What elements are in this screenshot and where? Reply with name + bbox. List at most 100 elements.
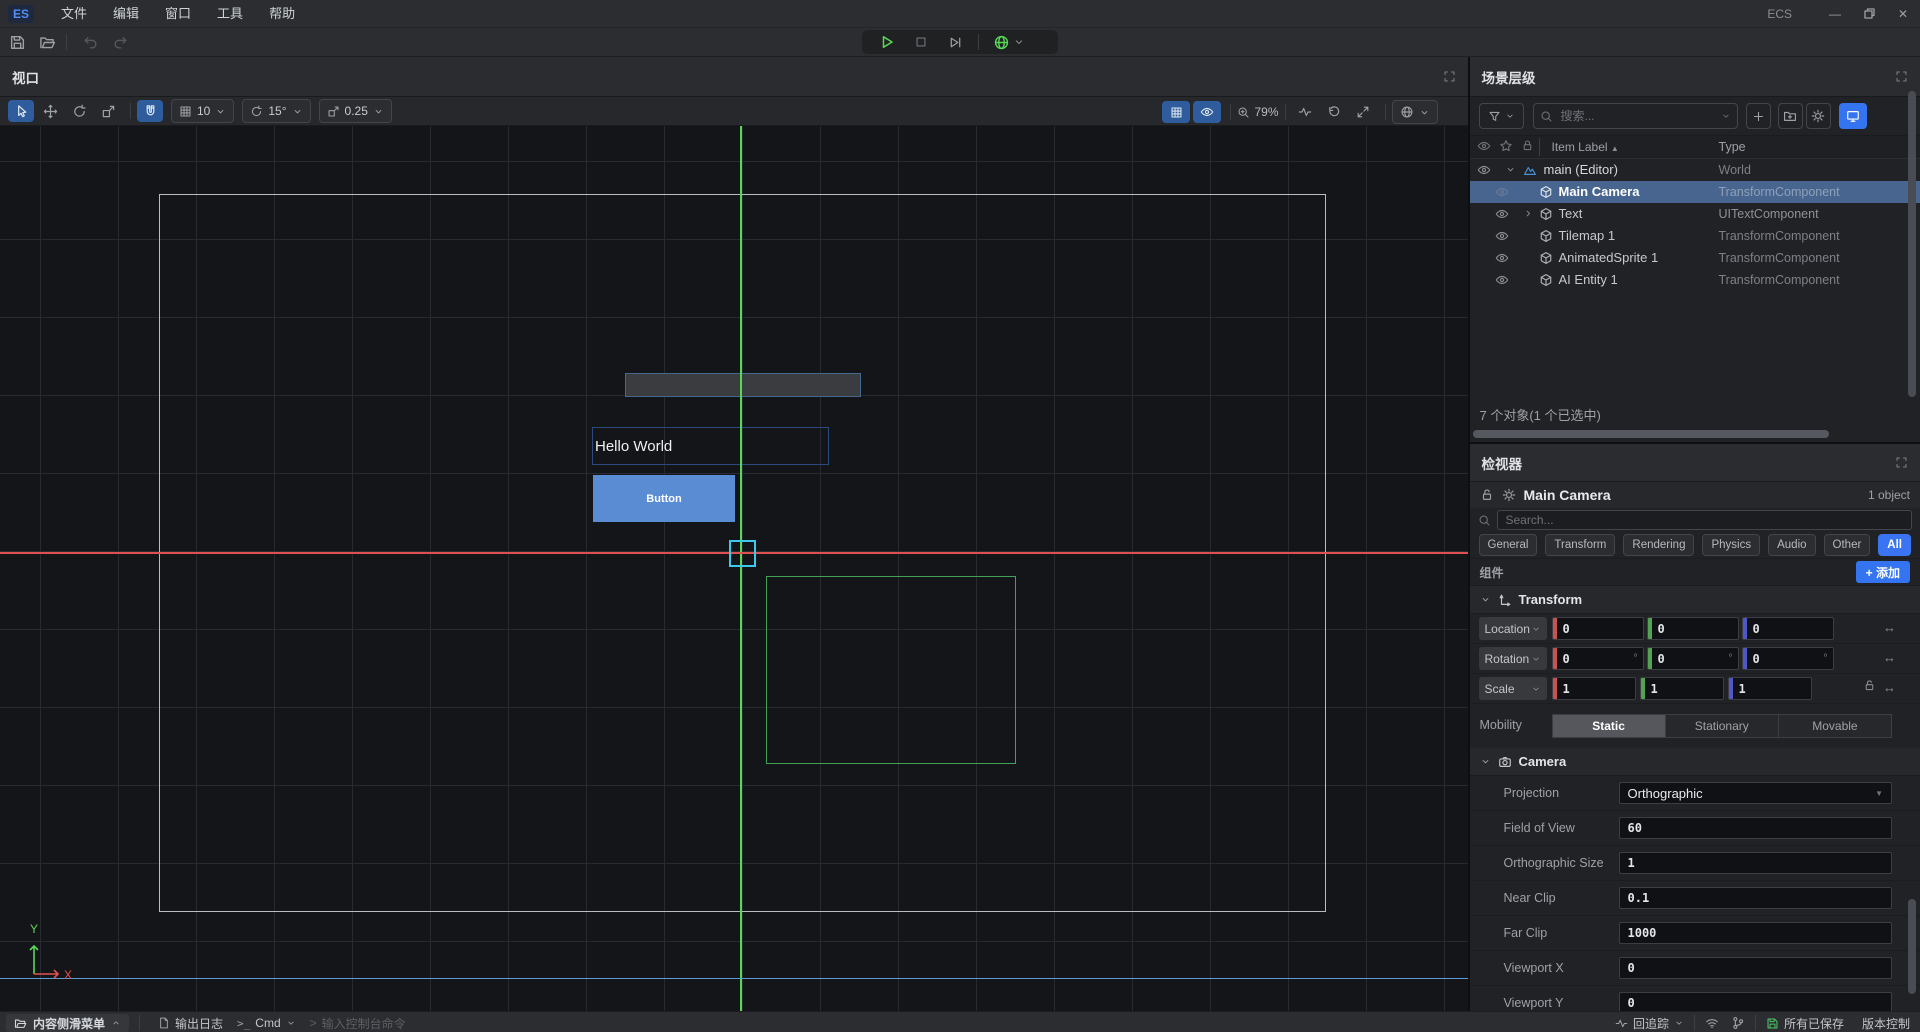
hierarchy-row-text[interactable]: Text UITextComponent <box>1470 203 1920 225</box>
mobility-movable[interactable]: Movable <box>1779 714 1892 738</box>
app-logo[interactable]: ES <box>8 5 34 23</box>
hierarchy-expand-icon[interactable] <box>1895 70 1908 83</box>
hierarchy-settings-button[interactable] <box>1806 103 1831 129</box>
menu-file[interactable]: 文件 <box>48 1 100 27</box>
hierarchy-row-world[interactable]: main (Editor) World <box>1470 159 1920 181</box>
transform-section-header[interactable]: Transform <box>1470 586 1920 614</box>
type-column[interactable]: Type <box>1719 136 1746 158</box>
add-folder-button[interactable] <box>1778 103 1803 129</box>
inspector-vertical-scrollbar[interactable] <box>1908 899 1916 994</box>
hierarchy-row-animatedsprite[interactable]: AnimatedSprite 1 TransformComponent <box>1470 247 1920 269</box>
saved-status[interactable]: 所有已保存 <box>1766 1015 1844 1032</box>
scale-z-field[interactable]: 1 <box>1728 677 1812 700</box>
add-entity-button[interactable] <box>1746 103 1771 129</box>
link-axes-icon[interactable]: ↔ <box>1883 680 1896 695</box>
scale-snap-dropdown[interactable]: 0.25 <box>319 99 392 123</box>
menu-help[interactable]: 帮助 <box>256 1 308 27</box>
hierarchy-row-ai-entity[interactable]: AI Entity 1 TransformComponent <box>1470 269 1920 291</box>
zoom-level[interactable]: 79% <box>1237 105 1278 119</box>
grid-snap-dropdown[interactable]: 10 <box>171 99 234 123</box>
select-tool-button[interactable] <box>8 100 34 122</box>
content-drawer-button[interactable]: 内容侧滑菜单 <box>6 1014 129 1032</box>
button-entity[interactable]: Button <box>593 475 735 522</box>
inspector-search-input[interactable] <box>1504 512 1906 528</box>
grid-toggle-button[interactable] <box>1162 101 1190 123</box>
tab-all[interactable]: All <box>1878 534 1911 556</box>
link-axes-icon[interactable]: ↔ <box>1883 620 1896 635</box>
redo-icon[interactable] <box>107 31 133 53</box>
unlock-icon[interactable] <box>1480 488 1494 502</box>
branch-icon[interactable] <box>1731 1016 1745 1030</box>
gizmo-visibility-button[interactable] <box>1193 101 1221 123</box>
play-button[interactable] <box>870 31 904 53</box>
maximize-button[interactable] <box>1852 1 1886 27</box>
network-icon[interactable] <box>1705 1016 1719 1030</box>
rotation-y-field[interactable]: 0 ° <box>1647 647 1739 670</box>
save-icon[interactable] <box>4 31 30 53</box>
location-dropdown[interactable]: Location <box>1479 617 1547 640</box>
menu-tools[interactable]: 工具 <box>204 1 256 27</box>
viewport-x-input[interactable]: 0 <box>1619 957 1893 979</box>
camera-section-header[interactable]: Camera <box>1470 748 1920 776</box>
eye-icon[interactable] <box>1495 251 1509 265</box>
eye-icon[interactable] <box>1477 163 1491 177</box>
mobility-stationary[interactable]: Stationary <box>1666 714 1779 738</box>
object-settings-icon[interactable] <box>1502 488 1516 502</box>
hierarchy-search[interactable] <box>1533 103 1738 129</box>
hierarchy-horizontal-scrollbar[interactable] <box>1473 430 1829 438</box>
field-of-view-input[interactable]: 60 <box>1619 817 1893 839</box>
scale-tool-button[interactable] <box>95 100 121 122</box>
tab-other[interactable]: Other <box>1824 534 1871 556</box>
version-control-button[interactable]: 版本控制 <box>1862 1015 1910 1032</box>
origin-gizmo-box[interactable] <box>729 540 756 567</box>
undo-icon[interactable] <box>77 31 103 53</box>
scale-lock-icon[interactable] <box>1863 679 1876 692</box>
inspector-search[interactable] <box>1497 510 1913 530</box>
trace-dropdown[interactable]: 回追踪 <box>1615 1015 1684 1032</box>
cmd-dropdown[interactable]: >_ Cmd <box>237 1016 296 1030</box>
world-dropdown[interactable] <box>1392 100 1438 124</box>
chevron-down-icon[interactable] <box>1505 164 1516 175</box>
location-x-field[interactable]: 0 <box>1552 617 1644 640</box>
tab-physics[interactable]: Physics <box>1702 534 1760 556</box>
item-label-column[interactable]: Item Label ▲ <box>1552 136 1619 160</box>
eye-icon[interactable] <box>1495 229 1509 243</box>
open-folder-icon[interactable] <box>34 31 60 53</box>
filter-button[interactable] <box>1479 103 1524 129</box>
near-clip-input[interactable]: 0.1 <box>1619 887 1893 909</box>
rotate-snap-dropdown[interactable]: 15° <box>242 99 310 123</box>
tilemap-bounds-rect[interactable] <box>766 576 1016 764</box>
rotation-dropdown[interactable]: Rotation <box>1479 647 1547 670</box>
hierarchy-row-main-camera[interactable]: Main Camera TransformComponent <box>1470 181 1920 203</box>
eye-icon[interactable] <box>1495 185 1509 199</box>
scale-dropdown[interactable]: Scale <box>1479 677 1547 700</box>
panel-entity[interactable] <box>625 373 861 397</box>
hierarchy-vertical-scrollbar[interactable] <box>1908 91 1916 397</box>
eye-icon[interactable] <box>1495 273 1509 287</box>
hierarchy-row-tilemap[interactable]: Tilemap 1 TransformComponent <box>1470 225 1920 247</box>
tab-transform[interactable]: Transform <box>1545 534 1615 556</box>
menu-window[interactable]: 窗口 <box>152 1 204 27</box>
add-component-button[interactable]: + 添加 <box>1856 561 1910 583</box>
projection-dropdown[interactable]: Orthographic ▼ <box>1619 782 1893 804</box>
console-input[interactable]: > 输入控制台命令 <box>310 1015 406 1032</box>
link-axes-icon[interactable]: ↔ <box>1883 650 1896 665</box>
rotation-x-field[interactable]: 0 ° <box>1552 647 1644 670</box>
orthographic-size-input[interactable]: 1 <box>1619 852 1893 874</box>
reset-view-button[interactable] <box>1321 101 1347 123</box>
rotate-tool-button[interactable] <box>66 100 92 122</box>
hierarchy-search-input[interactable] <box>1559 108 1715 124</box>
snap-toggle-button[interactable] <box>137 100 163 122</box>
rotation-z-field[interactable]: 0 ° <box>1742 647 1834 670</box>
globe-mode-button[interactable] <box>985 31 1033 53</box>
step-button[interactable] <box>938 31 972 53</box>
tab-general[interactable]: General <box>1479 534 1538 556</box>
scale-x-field[interactable]: 1 <box>1552 677 1636 700</box>
text-entity[interactable]: Hello World <box>592 427 829 465</box>
eye-icon[interactable] <box>1495 207 1509 221</box>
viewport-y-input[interactable]: 0 <box>1619 992 1893 1011</box>
fullscreen-button[interactable] <box>1350 101 1376 123</box>
location-y-field[interactable]: 0 <box>1647 617 1739 640</box>
move-tool-button[interactable] <box>37 100 63 122</box>
mobility-static[interactable]: Static <box>1552 714 1666 738</box>
